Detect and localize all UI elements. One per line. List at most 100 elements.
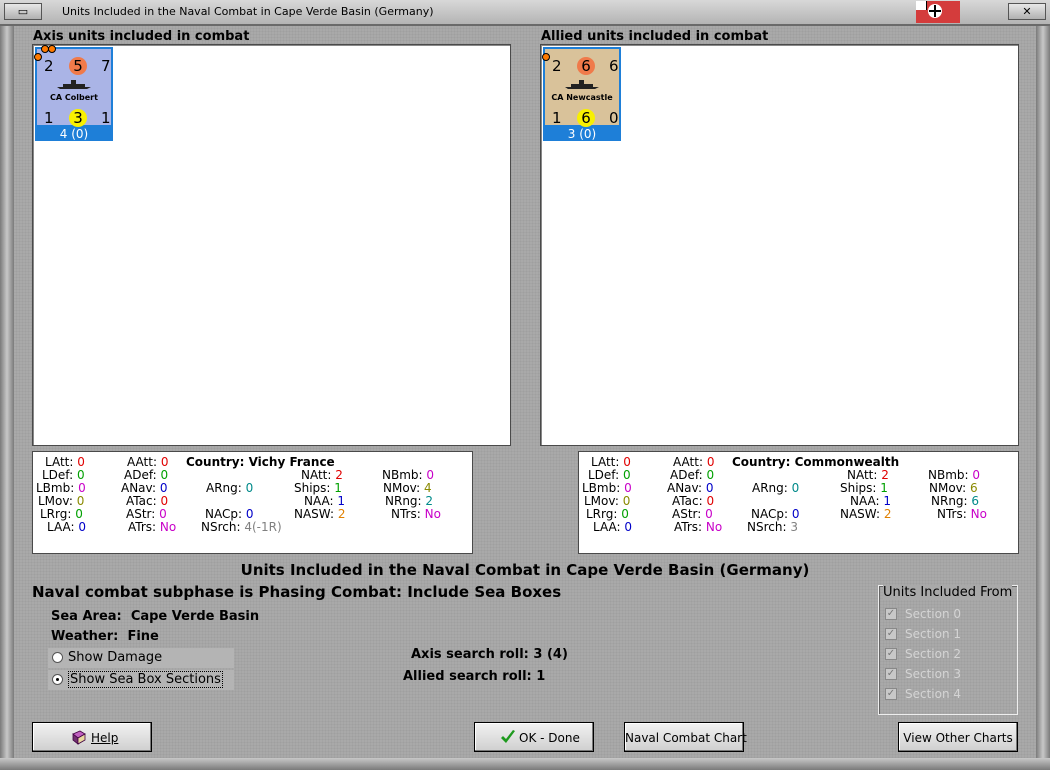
status-marker-icon	[34, 53, 42, 61]
country-value: Commonwealth	[794, 455, 900, 469]
stat-label: NAtt:	[301, 468, 332, 482]
stat-value: 0	[706, 468, 715, 482]
stat-value: 1	[880, 481, 888, 495]
counter-foot: 4 (0)	[59, 127, 89, 141]
status-marker-icon	[48, 45, 56, 53]
stat-label: Ships:	[294, 481, 331, 495]
stat-value: 3	[790, 520, 798, 534]
stat-value: 2	[881, 468, 889, 482]
stat-label: ADef:	[124, 468, 157, 482]
axis-units-header: Axis units included in combat	[33, 29, 250, 44]
show-sea-box-sections-radio[interactable]: Show Sea Box Sections	[48, 670, 234, 690]
close-button[interactable]: ✕	[1008, 3, 1046, 20]
section-2-checkbox[interactable]: ✓ Section 2	[885, 646, 1015, 664]
counter-foot: 3 (0)	[567, 127, 597, 141]
unit-counter-ca-newcastle[interactable]: 2 6 6 CA Newcastle 1 6 0 3 (0)	[543, 47, 621, 141]
stat-label: AStr:	[126, 507, 156, 521]
minimize-button[interactable]: ▭	[4, 3, 42, 20]
stat-label: NAA:	[850, 494, 880, 508]
stat-value: 0	[78, 520, 87, 534]
stat-label: ARng:	[206, 481, 242, 495]
ok-done-button[interactable]: OK - Done	[474, 722, 594, 752]
show-damage-radio[interactable]: Show Damage	[48, 648, 234, 668]
stat-value: 0	[160, 468, 169, 482]
stat-label: ATrs:	[674, 520, 703, 534]
stat-label: NTrs:	[937, 507, 967, 521]
checkbox-label: Section 0	[905, 607, 962, 621]
stat-value: 2	[337, 507, 346, 521]
counter-bot-mid: 6	[577, 109, 595, 127]
allied-search-roll: Allied search roll: 1	[403, 669, 545, 684]
stat-label: LAtt:	[45, 455, 74, 469]
section-0-checkbox[interactable]: ✓ Section 0	[885, 606, 1015, 624]
weather-label: Weather:	[51, 629, 119, 644]
ok-button-label: OK - Done	[519, 731, 580, 745]
allied-units-header: Allied units included in combat	[541, 29, 769, 44]
right-frame	[1036, 26, 1050, 764]
counter-top-mid: 5	[69, 57, 87, 75]
show-damage-label: Show Damage	[68, 650, 163, 665]
stat-value: 0	[706, 494, 715, 508]
stat-value: No	[159, 520, 177, 534]
counter-top-right: 6	[609, 57, 619, 75]
section-3-checkbox[interactable]: ✓ Section 3	[885, 666, 1015, 684]
stat-label: ANav:	[667, 481, 703, 495]
stat-label: LMov:	[584, 494, 619, 508]
stat-value: 0	[706, 455, 715, 469]
weather-value: Fine	[127, 629, 159, 644]
group-title: Units Included From	[883, 585, 1013, 600]
axis-roll-value: 3 (4)	[533, 647, 568, 662]
stat-value: 2	[883, 507, 892, 521]
radio-button[interactable]	[52, 674, 63, 685]
stat-label: ATrs:	[128, 520, 157, 534]
stat-value: 0	[623, 455, 631, 469]
stat-label: LBmb:	[36, 481, 75, 495]
stat-value: 4	[424, 481, 432, 495]
stat-label: LAtt:	[591, 455, 620, 469]
combat-title: Units Included in the Naval Combat in Ca…	[240, 561, 810, 579]
stat-value: 0	[705, 481, 714, 495]
help-button[interactable]: Help	[32, 722, 152, 752]
stat-label: NACp:	[751, 507, 789, 521]
stat-value: 0	[705, 507, 713, 521]
axis-units-panel: 2 5 7 CA Colbert 1 3 1 4 (0)	[32, 44, 511, 446]
bottom-frame	[0, 758, 1050, 770]
stat-label: LDef:	[42, 468, 74, 482]
view-other-charts-button[interactable]: View Other Charts	[898, 722, 1018, 752]
stat-label: NASW:	[294, 507, 335, 521]
stat-value: No	[424, 507, 441, 521]
stat-value: 0	[621, 507, 629, 521]
axis-stats-panel: LAtt: 0 LDef: 0 LBmb: 0 LMov: 0 LRrg: 0 …	[32, 451, 473, 554]
stat-label: NSrch:	[201, 520, 241, 534]
stat-value: 0	[791, 481, 800, 495]
stat-value: 1	[334, 481, 342, 495]
naval-combat-chart-button[interactable]: Naval Combat Chart	[624, 722, 747, 752]
stat-value: 0	[624, 481, 632, 495]
unit-counter-ca-colbert[interactable]: 2 5 7 CA Colbert 1 3 1 4 (0)	[35, 47, 113, 141]
stat-label: ATac:	[126, 494, 157, 508]
section-1-checkbox[interactable]: ✓ Section 1	[885, 626, 1015, 644]
stat-value: 4(-1R)	[244, 520, 282, 534]
stat-label: NBmb:	[928, 468, 969, 482]
counter-face: 2 6 6 CA Newcastle 1 6 0	[545, 49, 619, 127]
stat-value: 1	[337, 494, 346, 508]
stat-label: NACp:	[205, 507, 243, 521]
counter-top-left: 2	[44, 57, 54, 75]
stat-label: Ships:	[840, 481, 877, 495]
stat-label: ARng:	[752, 481, 788, 495]
stat-label: NMov:	[929, 481, 967, 495]
stat-label: NASW:	[840, 507, 881, 521]
stat-label: NRng:	[931, 494, 968, 508]
title-bar[interactable]: ▭ Units Included in the Naval Combat in …	[0, 0, 1050, 26]
show-sections-label: Show Sea Box Sections	[68, 671, 223, 688]
radio-button[interactable]	[52, 652, 63, 663]
counter-top-right: 7	[101, 57, 111, 75]
subphase-text: Naval combat subphase is Phasing Combat:…	[32, 583, 562, 601]
stat-label: ADef:	[670, 468, 703, 482]
country-value: Vichy France	[248, 455, 335, 469]
section-4-checkbox[interactable]: ✓ Section 4	[885, 686, 1015, 704]
stat-label: LAA:	[47, 520, 75, 534]
stat-value: 2	[425, 494, 434, 508]
stat-label: LRrg:	[586, 507, 618, 521]
allied-roll-value: 1	[536, 669, 546, 684]
